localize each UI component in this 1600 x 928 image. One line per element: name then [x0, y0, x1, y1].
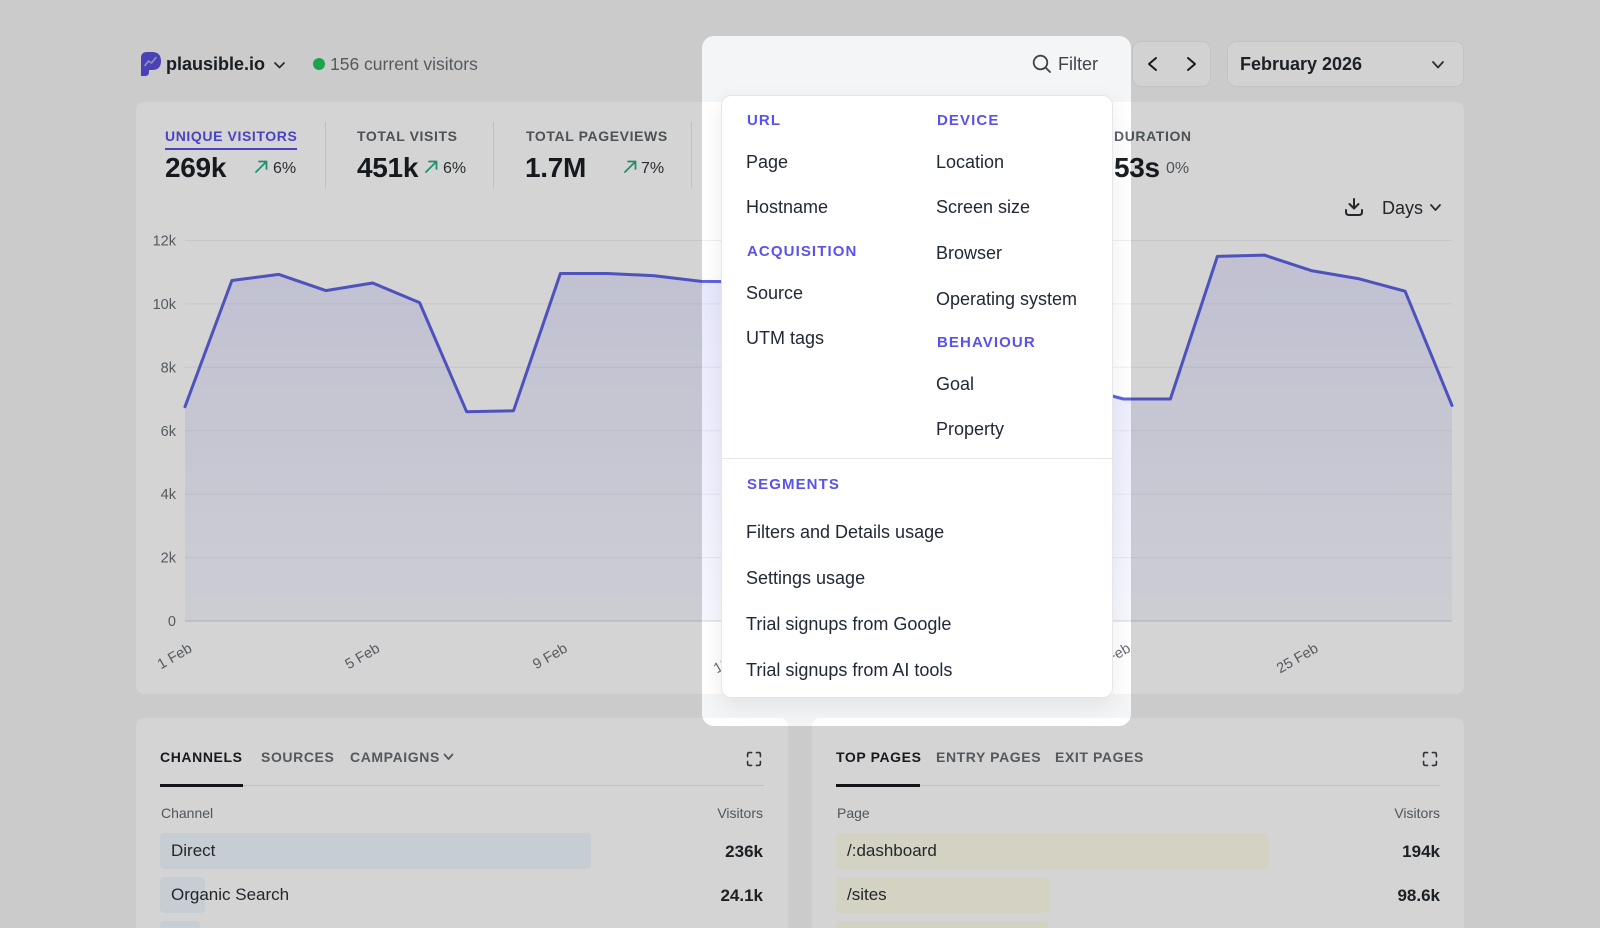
svg-text:2k: 2k	[161, 551, 177, 567]
svg-text:6k: 6k	[161, 424, 177, 440]
svg-text:9 Feb: 9 Feb	[530, 641, 570, 673]
svg-text:0: 0	[168, 614, 176, 630]
svg-text:4k: 4k	[161, 487, 177, 503]
svg-text:12k: 12k	[153, 234, 177, 250]
svg-text:10k: 10k	[153, 297, 177, 313]
svg-text:8k: 8k	[161, 360, 177, 376]
svg-text:5 Feb: 5 Feb	[343, 641, 383, 673]
svg-text:1 Feb: 1 Feb	[155, 641, 195, 673]
svg-text:25 Feb: 25 Feb	[1274, 641, 1321, 677]
